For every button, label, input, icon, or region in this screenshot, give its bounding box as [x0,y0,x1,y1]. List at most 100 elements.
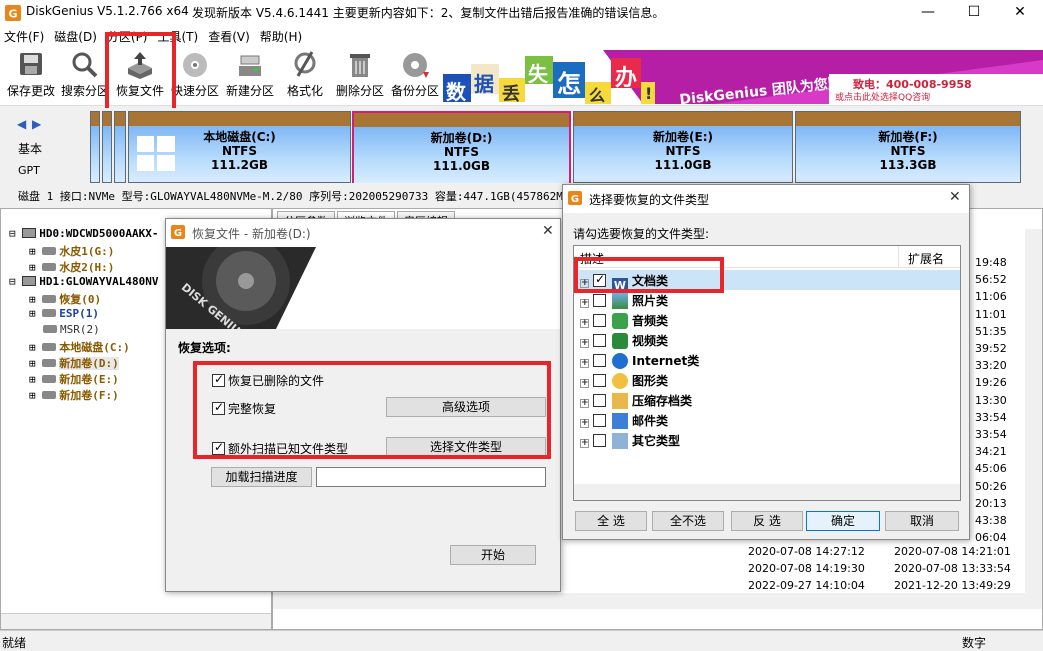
window-title: DiskGenius V5.1.2.766 x64 [26,4,189,18]
nav-right-icon[interactable]: ▶ [32,117,41,131]
checkbox[interactable] [593,294,606,307]
expand-icon[interactable]: + [580,339,589,348]
disk-scheme-label: GPT [18,164,40,177]
list-cell: 2020-07-08 14:21:01 [894,545,1011,558]
menu-help[interactable]: 帮助(H) [256,26,308,45]
checkbox[interactable] [593,414,606,427]
list-hscrollbar[interactable] [574,484,960,500]
checkbox[interactable] [593,314,606,327]
maximize-button[interactable]: ☐ [951,0,997,26]
partition-d[interactable]: 新加卷(D:) NTFS 111.0GB [352,111,571,183]
type-row-other[interactable]: + 其它类型 [580,432,680,452]
search-partition-button[interactable]: 搜索分区 [58,50,112,102]
menu-view[interactable]: 查看(V) [204,26,256,45]
tree-node-g[interactable]: ⊞ 水皮1(G:) [29,243,114,259]
quick-partition-button[interactable]: 快速分区 [168,50,222,102]
checkbox[interactable] [593,354,606,367]
ad-banner[interactable]: 数 据 丢 失 怎 么 办 ! DiskGenius 团队为您服务 致电：400… [443,50,1043,104]
svg-text:G: G [8,8,17,21]
partition-f[interactable]: 新加卷(F:) NTFS 113.3GB [795,111,1021,183]
tree-node-e[interactable]: ⊞ 新加卷(E:) [29,371,119,387]
menu-disk[interactable]: 磁盘(D) [50,26,103,45]
expand-icon[interactable]: + [580,379,589,388]
time-cell: 33:20 [975,359,1007,373]
app-logo-icon: G [5,5,21,21]
file-types-dialog: G 选择要恢复的文件类型 ✕ 请勾选要恢复的文件类型: 描述 扩展名 +W文档类… [562,184,970,540]
tree-node-c[interactable]: ⊞ 本地磁盘(C:) [29,339,130,355]
partition-esp-small[interactable] [102,111,112,183]
delete-partition-button[interactable]: 删除分区 [333,50,387,102]
file-types-dialog-titlebar: G 选择要恢复的文件类型 ✕ [563,185,969,213]
tree-node-hd0[interactable]: ⊟ HD0:WDCWD5000AAKX- [9,227,158,240]
list-cell: 2020-07-08 14:19:30 [748,562,865,575]
tree-node-hd1[interactable]: ⊟ HD1:GLOWAYVAL480NV [9,275,158,288]
checkbox[interactable] [593,434,606,447]
type-row-graphics[interactable]: + 图形类 [580,372,668,392]
close-button[interactable]: ✕ [997,0,1043,26]
minimize-button[interactable]: — [905,0,951,26]
time-cell: 45:06 [975,462,1007,476]
ok-button[interactable]: 确定 [806,511,880,531]
type-row-audio[interactable]: + 音频类 [580,312,668,332]
drive-icon [43,325,57,333]
format-button[interactable]: 格式化 [278,50,332,102]
tree-hscrollbar[interactable] [1,613,271,629]
svg-text:G: G [174,228,182,239]
tree-node-recovery[interactable]: ⊞ 恢复(0) [29,291,101,307]
tree-node-h[interactable]: ⊞ 水皮2(H:) [29,259,114,275]
right-vscrollbar[interactable] [1025,229,1042,609]
type-row-archives[interactable]: + 压缩存档类 [580,392,692,412]
tree-node-f[interactable]: ⊞ 新加卷(F:) [29,387,119,403]
nav-left-icon[interactable]: ◀ [17,117,26,131]
partition-c[interactable]: 本地磁盘(C:) NTFS 111.2GB [128,111,351,183]
tree-node-msr[interactable]: MSR(2) [43,323,100,336]
recover-dialog-close-button[interactable]: ✕ [542,223,554,239]
disk-genius-hdd-image: DISK GENIUS [166,247,560,329]
graphics-icon [612,373,628,389]
new-partition-button[interactable]: 新建分区 [223,50,277,102]
load-scan-progress-button[interactable]: 加载扫描进度 [211,467,312,487]
backup-partition-button[interactable]: 备份分区 [388,50,442,102]
select-all-button[interactable]: 全 选 [575,511,647,531]
other-icon [612,433,628,449]
partition-recovery-small[interactable] [90,111,100,183]
file-types-dialog-close-button[interactable]: ✕ [949,189,961,205]
checkbox[interactable] [593,394,606,407]
time-cell: 11:06 [975,290,1007,304]
time-cell: 33:54 [975,410,1007,424]
column-extension[interactable]: 扩展名 [908,250,944,267]
list-cell: 2020-07-08 14:27:12 [748,545,865,558]
expand-icon[interactable]: + [580,299,589,308]
time-cell: 33:54 [975,428,1007,441]
update-notice[interactable]: 发现新版本 V5.4.6.1441 主要更新内容如下：2、复制文件出错后报告准确… [192,4,664,21]
expand-icon[interactable]: + [580,359,589,368]
partition-msr-small[interactable] [114,111,126,183]
tree-node-esp[interactable]: ⊞ ESP(1) [29,307,99,320]
type-row-internet[interactable]: + Internet类 [580,352,699,372]
type-row-video[interactable]: + 视频类 [580,332,668,352]
right-hscrollbar[interactable] [273,593,1042,609]
checkbox[interactable] [593,334,606,347]
select-none-button[interactable]: 全不选 [652,511,724,531]
expand-icon[interactable]: + [580,399,589,408]
checkbox[interactable] [593,374,606,387]
type-row-photos[interactable]: + 照片类 [580,292,668,312]
menu-file[interactable]: 文件(F) [0,26,50,45]
type-row-mail[interactable]: + 邮件类 [580,412,668,432]
status-bar: 就绪 数字 [0,630,1043,650]
cancel-button[interactable]: 取消 [885,511,959,531]
save-changes-button[interactable]: 保存更改 [4,50,58,102]
progress-file-input[interactable] [316,467,546,487]
expand-icon[interactable]: + [580,439,589,448]
banner-qq[interactable]: 或点击此处选择QQ咨询 [835,90,930,103]
start-button[interactable]: 开始 [450,545,536,565]
highlight-recover-options [193,361,551,459]
expand-icon[interactable]: + [580,419,589,428]
backup-icon [403,53,429,78]
invert-selection-button[interactable]: 反 选 [731,511,803,531]
tree-node-d[interactable]: ⊞ 新加卷(D:) [29,355,119,371]
archive-icon [612,393,628,409]
highlight-recover-files [105,32,176,114]
expand-icon[interactable]: + [580,319,589,328]
partition-e[interactable]: 新加卷(E:) NTFS 111.0GB [573,111,793,183]
